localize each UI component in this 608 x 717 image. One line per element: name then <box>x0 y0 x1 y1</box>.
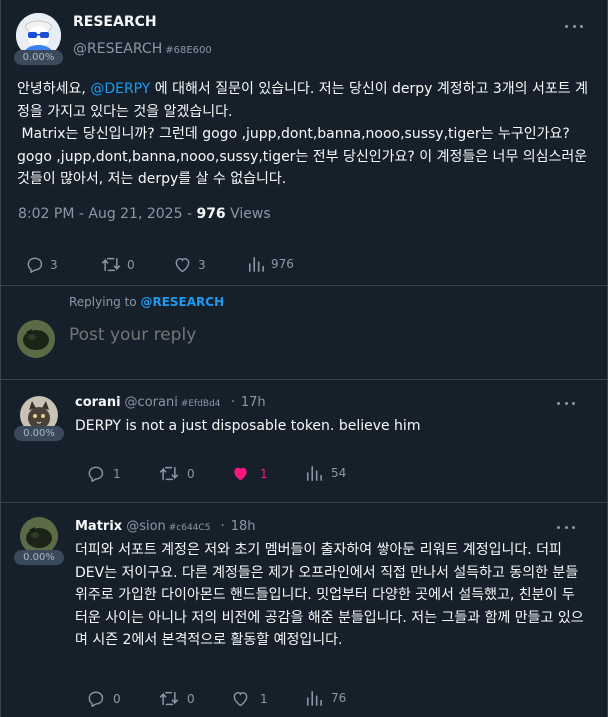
views-stat: 54 <box>331 466 347 480</box>
comment-age[interactable]: 18h <box>231 519 256 534</box>
repost-action[interactable]: 0 <box>101 256 135 273</box>
repost-icon <box>159 691 179 706</box>
separator-dot: · <box>220 519 225 534</box>
commenter-handle[interactable]: @corani <box>125 395 178 410</box>
repost-icon <box>101 257 121 272</box>
holding-percent-badge: 0.00% <box>14 550 64 565</box>
handle-tag: #68E600 <box>165 45 212 56</box>
views-stat: 76 <box>331 691 347 705</box>
views-label: Views <box>225 206 271 222</box>
heart-icon <box>234 467 247 481</box>
comment-text: 더피와 서포트 계정은 저와 초기 멤버들이 출자하여 쌓아둔 리워트 계정입니… <box>75 542 584 648</box>
replying-prefix: Replying to <box>69 295 141 309</box>
views-icon <box>248 256 264 272</box>
commenter-tag: #c644C5 <box>168 523 211 533</box>
like-count: 1 <box>260 691 268 706</box>
divider <box>0 285 608 286</box>
post-body: 안녕하세요, @DERPY 에 대해서 질문이 있습니다. 저는 당신이 der… <box>17 78 592 191</box>
user-avatar[interactable] <box>17 320 55 358</box>
reply-icon <box>88 691 104 707</box>
post-timestamp: 8:02 PM - Aug 21, 2025 - 976 Views <box>18 206 271 222</box>
repost-action[interactable]: 0 <box>159 690 195 707</box>
heart-icon <box>233 692 248 707</box>
like-count: 1 <box>260 466 268 481</box>
reply-input[interactable] <box>69 325 569 345</box>
comment-text: DERPY is not a just disposable token. be… <box>75 418 421 434</box>
holding-percent-badge: 0.00% <box>14 426 64 441</box>
commenter-handle[interactable]: @sion <box>126 519 166 534</box>
more-icon[interactable] <box>557 524 575 530</box>
reply-icon <box>88 466 104 482</box>
reply-count: 1 <box>113 466 121 481</box>
holding-percent-badge: 0.00% <box>14 50 63 65</box>
post-time[interactable]: 8:02 PM - Aug 21, 2025 - <box>18 206 196 222</box>
repost-icon <box>159 466 179 481</box>
post-text-prefix: 안녕하세요, <box>17 81 91 97</box>
comment-age[interactable]: 17h <box>241 395 266 410</box>
views-icon <box>306 690 322 706</box>
repost-count: 0 <box>187 466 195 481</box>
reply-count: 3 <box>50 257 58 272</box>
like-action[interactable]: 1 <box>231 690 268 707</box>
views-action[interactable]: 76 <box>305 690 346 706</box>
divider <box>0 502 608 503</box>
commenter-name[interactable]: Matrix <box>75 519 122 534</box>
like-count: 3 <box>198 257 206 272</box>
commenter-tag: #EfdBd4 <box>180 399 221 409</box>
repost-action[interactable]: 0 <box>159 465 195 482</box>
reply-count: 0 <box>113 691 121 706</box>
reply-action[interactable]: 3 <box>25 256 58 273</box>
more-icon[interactable] <box>557 400 575 406</box>
divider <box>0 379 608 380</box>
views-action[interactable]: 54 <box>305 465 346 481</box>
more-icon[interactable] <box>565 23 583 29</box>
views-stat: 976 <box>271 257 294 271</box>
heart-icon <box>175 258 190 273</box>
reply-action[interactable]: 1 <box>86 465 121 482</box>
views-action[interactable]: 976 <box>247 256 294 272</box>
views-count: 976 <box>196 206 226 222</box>
comment-header: corani @corani #EfdBd4 · 17h <box>75 395 266 410</box>
replying-to: Replying to @RESEARCH <box>69 295 224 309</box>
reply-action[interactable]: 0 <box>86 690 121 707</box>
comment-header: Matrix @sion #c644C5 · 18h <box>75 519 256 534</box>
like-action[interactable]: 1 <box>231 465 268 482</box>
author-name[interactable]: RESEARCH <box>73 14 157 30</box>
commenter-name[interactable]: corani <box>75 395 121 410</box>
mention-link[interactable]: @DERPY <box>90 81 150 97</box>
like-action[interactable]: 3 <box>173 256 206 273</box>
repost-count: 0 <box>127 257 135 272</box>
replying-to-handle[interactable]: @RESEARCH <box>140 295 224 309</box>
reply-icon <box>27 257 43 273</box>
views-icon <box>306 465 322 481</box>
repost-count: 0 <box>187 691 195 706</box>
handle-text: @RESEARCH <box>73 41 163 57</box>
author-handle[interactable]: @RESEARCH #68E600 <box>73 41 212 57</box>
separator-dot: · <box>230 395 235 410</box>
